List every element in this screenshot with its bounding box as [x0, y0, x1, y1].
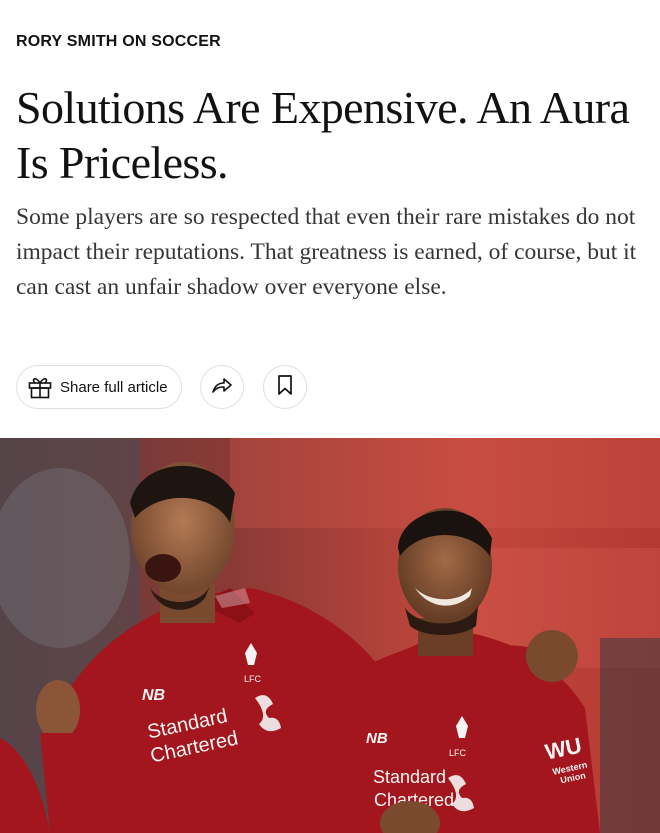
save-bookmark-button[interactable]	[263, 365, 307, 409]
article-headline: Solutions Are Expensive. An Aura Is Pric…	[16, 82, 630, 188]
nb-logo-right: NB	[366, 730, 388, 747]
nb-logo-left: NB	[142, 687, 165, 704]
forward-button[interactable]	[200, 365, 244, 409]
share-button-label: Share full article	[60, 378, 168, 396]
article-summary: Some players are so respected that even …	[16, 204, 637, 300]
sponsor-line1-right: Standard	[373, 767, 446, 787]
gift-icon	[27, 374, 53, 400]
bookmark-icon	[275, 374, 295, 401]
hero-photo[interactable]: LFC NB Standard Chartered LFC NB Standar…	[0, 438, 660, 833]
svg-text:LFC: LFC	[449, 748, 467, 758]
svg-text:LFC: LFC	[244, 674, 262, 684]
forward-arrow-icon	[210, 373, 234, 402]
share-full-article-button[interactable]: Share full article	[16, 365, 182, 409]
section-kicker[interactable]: RORY SMITH ON SOCCER	[16, 33, 221, 51]
